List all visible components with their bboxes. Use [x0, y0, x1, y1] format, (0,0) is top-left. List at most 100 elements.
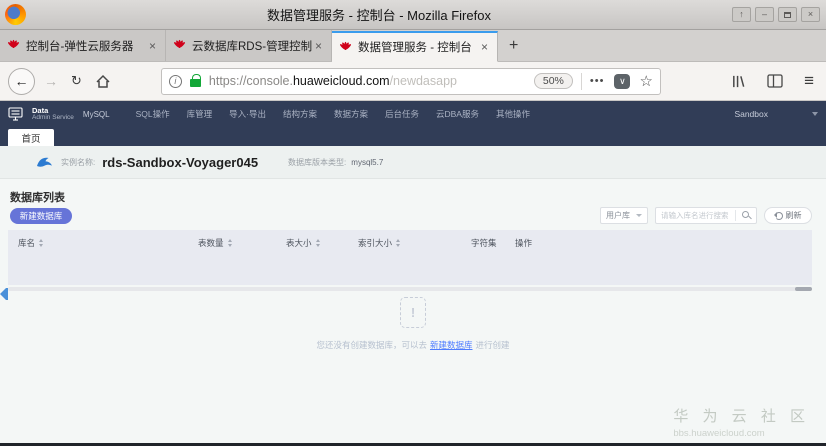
db-type-dropdown[interactable]: 用户库: [600, 207, 648, 224]
window-restore-button[interactable]: [778, 7, 797, 22]
empty-text-before: 您还没有创建数据库，可以去: [316, 340, 427, 350]
tab-close-icon[interactable]: ×: [313, 39, 324, 53]
window-close-button[interactable]: ×: [801, 7, 820, 22]
tab-home-page[interactable]: 首页: [8, 129, 54, 146]
nav-item-cloud-dba[interactable]: 云DBA服务: [436, 108, 479, 120]
scrollbar-thumb[interactable]: [795, 287, 812, 291]
url-bar[interactable]: i https://console. huaweicloud.com/newdas…: [160, 67, 661, 95]
list-controls: 用户库 刷新: [600, 207, 812, 224]
window-minimize-button[interactable]: –: [755, 7, 774, 22]
instance-name: rds-Sandbox-Voyager045: [102, 154, 259, 170]
huawei-favicon-icon: [173, 39, 186, 48]
tab-close-icon[interactable]: ×: [479, 40, 490, 54]
column-label: 操作: [515, 238, 533, 248]
window-shade-button[interactable]: ↑: [732, 7, 751, 22]
home-button[interactable]: [95, 74, 111, 89]
column-label: 表数量: [198, 238, 224, 248]
nav-item-background-tasks[interactable]: 后台任务: [385, 108, 419, 120]
tab-console-ecs[interactable]: 控制台-弹性云服务器 ×: [0, 30, 166, 61]
engine-label: MySQL: [82, 109, 110, 119]
horizontal-scrollbar[interactable]: [8, 287, 812, 291]
refresh-icon: [773, 211, 783, 220]
chevron-down-icon[interactable]: [812, 112, 818, 116]
sidebar-collapse-handle[interactable]: [0, 286, 8, 302]
refresh-label: 刷新: [785, 211, 802, 220]
sort-icon[interactable]: [396, 239, 400, 247]
urlbar-divider: [580, 72, 582, 90]
nav-item-other[interactable]: 其他操作: [496, 108, 530, 120]
reload-button[interactable]: ↻: [71, 73, 82, 89]
instance-name-label: 实例名称:: [61, 157, 96, 167]
chevron-down-icon: [636, 214, 642, 217]
section-title: 数据库列表: [10, 192, 65, 204]
search-input[interactable]: [656, 211, 735, 220]
column-header-actions: 操作: [515, 237, 812, 249]
home-icon: [96, 74, 110, 88]
main-content: 数据库列表 新建数据库 用户库 刷新 库名 表数量 表: [0, 179, 826, 446]
firefox-logo-icon: [5, 4, 26, 25]
url-text[interactable]: https://console. huaweicloud.com/newdasap…: [209, 74, 457, 88]
column-header-index-size[interactable]: 索引大小: [358, 237, 471, 249]
forward-button[interactable]: →: [44, 73, 58, 89]
window-controls: ↑ – ×: [732, 7, 820, 22]
tab-rds-console[interactable]: 云数据库RDS-管理控制台 ×: [166, 30, 332, 61]
restore-icon: [784, 11, 791, 18]
search-icon[interactable]: [742, 211, 749, 218]
column-label: 库名: [18, 238, 36, 248]
tab-label: 控制台-弹性云服务器: [26, 40, 134, 53]
das-logo-icon: [8, 106, 23, 121]
nav-item-sql[interactable]: SQL操作: [136, 108, 170, 120]
tab-label: 数据管理服务 - 控制台: [358, 42, 472, 54]
search-divider: [735, 210, 736, 221]
bookmark-star-icon[interactable]: ☆: [639, 72, 652, 90]
empty-state: ! 您还没有创建数据库，可以去 新建数据库 进行创建: [0, 297, 826, 351]
nav-item-db-management[interactable]: 库管理: [187, 108, 213, 120]
column-label: 字符集: [471, 238, 497, 248]
column-header-dbname[interactable]: 库名: [18, 237, 198, 249]
account-name[interactable]: Sandbox: [734, 109, 768, 119]
page-info-icon[interactable]: i: [168, 74, 182, 88]
refresh-button[interactable]: 刷新: [764, 207, 812, 224]
browser-tabbar: 控制台-弹性云服务器 × 云数据库RDS-管理控制台 × 数据管理服务 - 控制…: [0, 30, 826, 62]
sidebar-icon[interactable]: [767, 74, 783, 88]
sort-icon[interactable]: [316, 239, 320, 247]
menu-icon[interactable]: ≡: [804, 71, 814, 91]
zoom-level-badge[interactable]: 50%: [533, 73, 573, 89]
db-version-label: 数据库版本类型:: [288, 157, 347, 167]
brand-line2: Admin Service: [32, 113, 74, 121]
tab-das-console[interactable]: 数据管理服务 - 控制台 ×: [332, 31, 498, 62]
https-lock-icon[interactable]: [189, 74, 201, 87]
community-watermark: 华 为 云 社 区 bbs.huaweicloud.com: [673, 405, 810, 439]
nav-item-structure[interactable]: 结构方案: [283, 108, 317, 120]
db-type-dropdown-value: 用户库: [606, 211, 630, 220]
sort-icon[interactable]: [39, 239, 43, 247]
library-icon[interactable]: [731, 74, 746, 89]
page-actions-icon[interactable]: •••: [590, 75, 605, 87]
nav-item-import-export[interactable]: 导入·导出: [229, 108, 266, 120]
url-path: /newdasapp: [389, 74, 457, 88]
window-title: 数据管理服务 - 控制台 - Mozilla Firefox: [267, 8, 491, 23]
create-database-link[interactable]: 新建数据库: [430, 340, 473, 350]
column-header-table-count[interactable]: 表数量: [198, 237, 286, 249]
empty-state-text: 您还没有创建数据库，可以去 新建数据库 进行创建: [0, 339, 826, 351]
database-table: 库名 表数量 表大小 索引大小 字符集 操作: [8, 230, 812, 291]
watermark-url: bbs.huaweicloud.com: [673, 428, 765, 439]
pocket-icon[interactable]: ∨: [614, 73, 631, 89]
table-header-row: 库名 表数量 表大小 索引大小 字符集 操作: [8, 230, 812, 285]
tab-close-icon[interactable]: ×: [147, 39, 158, 53]
huawei-favicon-icon: [339, 41, 352, 50]
huawei-favicon-icon: [7, 39, 20, 48]
column-header-table-size[interactable]: 表大小: [286, 237, 358, 249]
column-header-charset: 字符集: [471, 237, 515, 249]
new-database-button[interactable]: 新建数据库: [10, 208, 72, 224]
das-subnav-strip: 首页: [0, 127, 826, 146]
empty-box-icon: !: [400, 297, 426, 328]
tab-label: 云数据库RDS-管理控制台: [192, 40, 313, 53]
nav-item-data-scheme[interactable]: 数据方案: [334, 108, 368, 120]
new-tab-button[interactable]: +: [498, 30, 529, 61]
das-nav-menu: SQL操作 库管理 导入·导出 结构方案 数据方案 后台任务 云DBA服务 其他…: [136, 108, 530, 120]
back-button[interactable]: ←: [8, 67, 35, 95]
instance-bar: 实例名称: rds-Sandbox-Voyager045 数据库版本类型: my…: [0, 146, 826, 179]
column-label: 表大小: [286, 238, 312, 248]
sort-icon[interactable]: [228, 239, 232, 247]
